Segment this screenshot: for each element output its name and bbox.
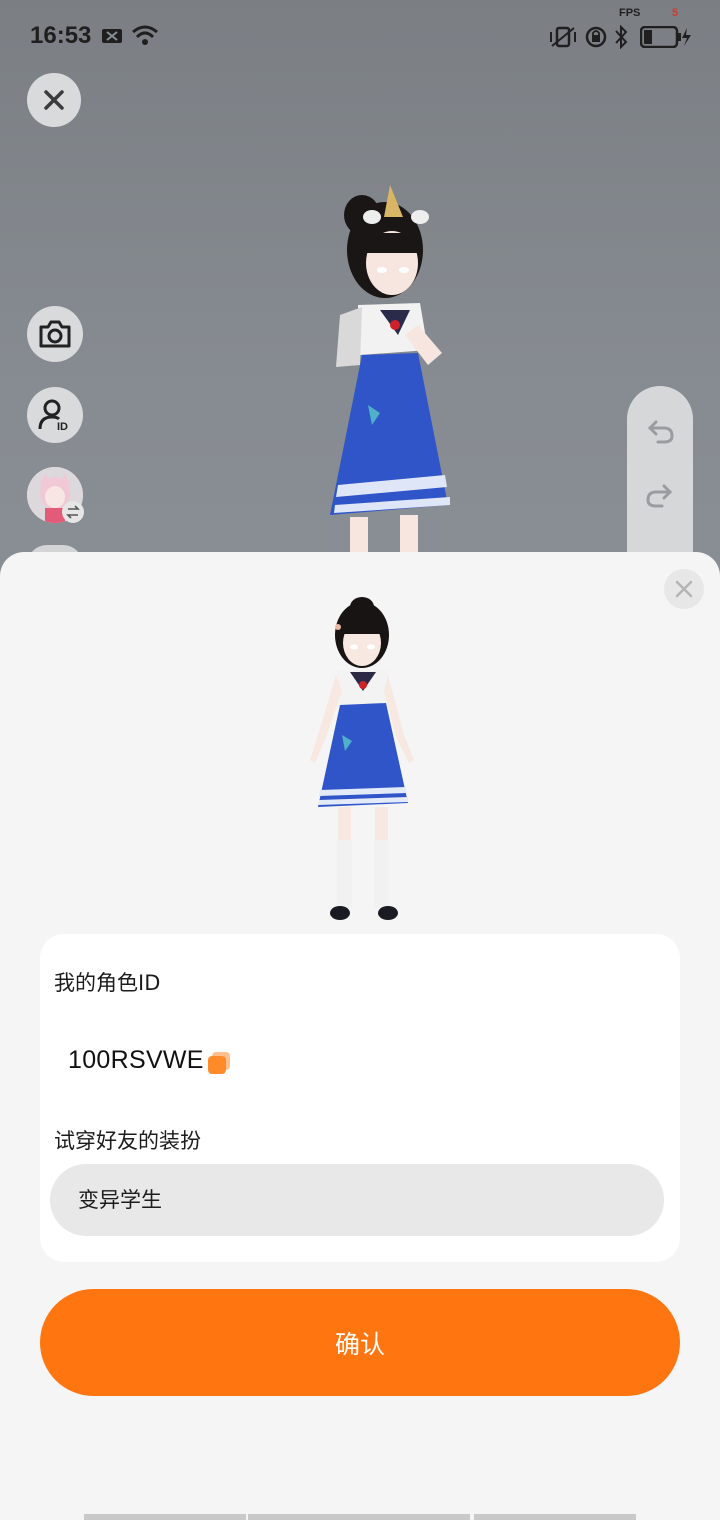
swap-avatar-badge[interactable] — [62, 501, 84, 523]
copy-icon[interactable] — [206, 1050, 232, 1076]
sheet-close-button[interactable] — [664, 569, 704, 609]
confirm-button-label: 确认 — [334, 1329, 385, 1359]
svg-text:ID: ID — [57, 421, 68, 433]
scene-close-button[interactable] — [27, 73, 81, 127]
notification-icon — [102, 29, 122, 43]
redo-icon[interactable] — [645, 482, 673, 510]
role-id-label: 我的角色ID — [54, 971, 161, 995]
vibrate-mute-icon — [550, 26, 576, 48]
battery-icon — [640, 26, 691, 48]
avatar-character-scene — [330, 185, 450, 565]
close-icon — [44, 90, 64, 110]
fps-label: FPS — [619, 7, 641, 19]
character-id-button[interactable]: ID — [27, 387, 83, 443]
status-bar: 16:53 FPS 5 — [0, 0, 720, 70]
confirm-button[interactable]: 确认 — [40, 1289, 680, 1396]
wifi-icon — [132, 25, 158, 45]
bluetooth-icon — [615, 25, 628, 49]
fps-value: 5 — [672, 7, 679, 19]
rotation-lock-icon — [585, 26, 607, 48]
undo-icon[interactable] — [647, 418, 675, 446]
close-icon — [675, 580, 693, 598]
outfit-id-input-text: 变异学生 — [78, 1188, 162, 1212]
status-time: 16:53 — [30, 22, 92, 49]
camera-button[interactable] — [27, 306, 83, 362]
role-id-value: 100RSVWE — [68, 1046, 204, 1074]
bottom-nav-indicator — [84, 1514, 636, 1520]
user-id-icon: ID — [38, 399, 68, 433]
try-outfit-label: 试穿好友的装扮 — [54, 1129, 201, 1153]
swap-icon — [66, 505, 80, 519]
camera-icon — [39, 320, 71, 348]
character-preview — [310, 597, 414, 920]
